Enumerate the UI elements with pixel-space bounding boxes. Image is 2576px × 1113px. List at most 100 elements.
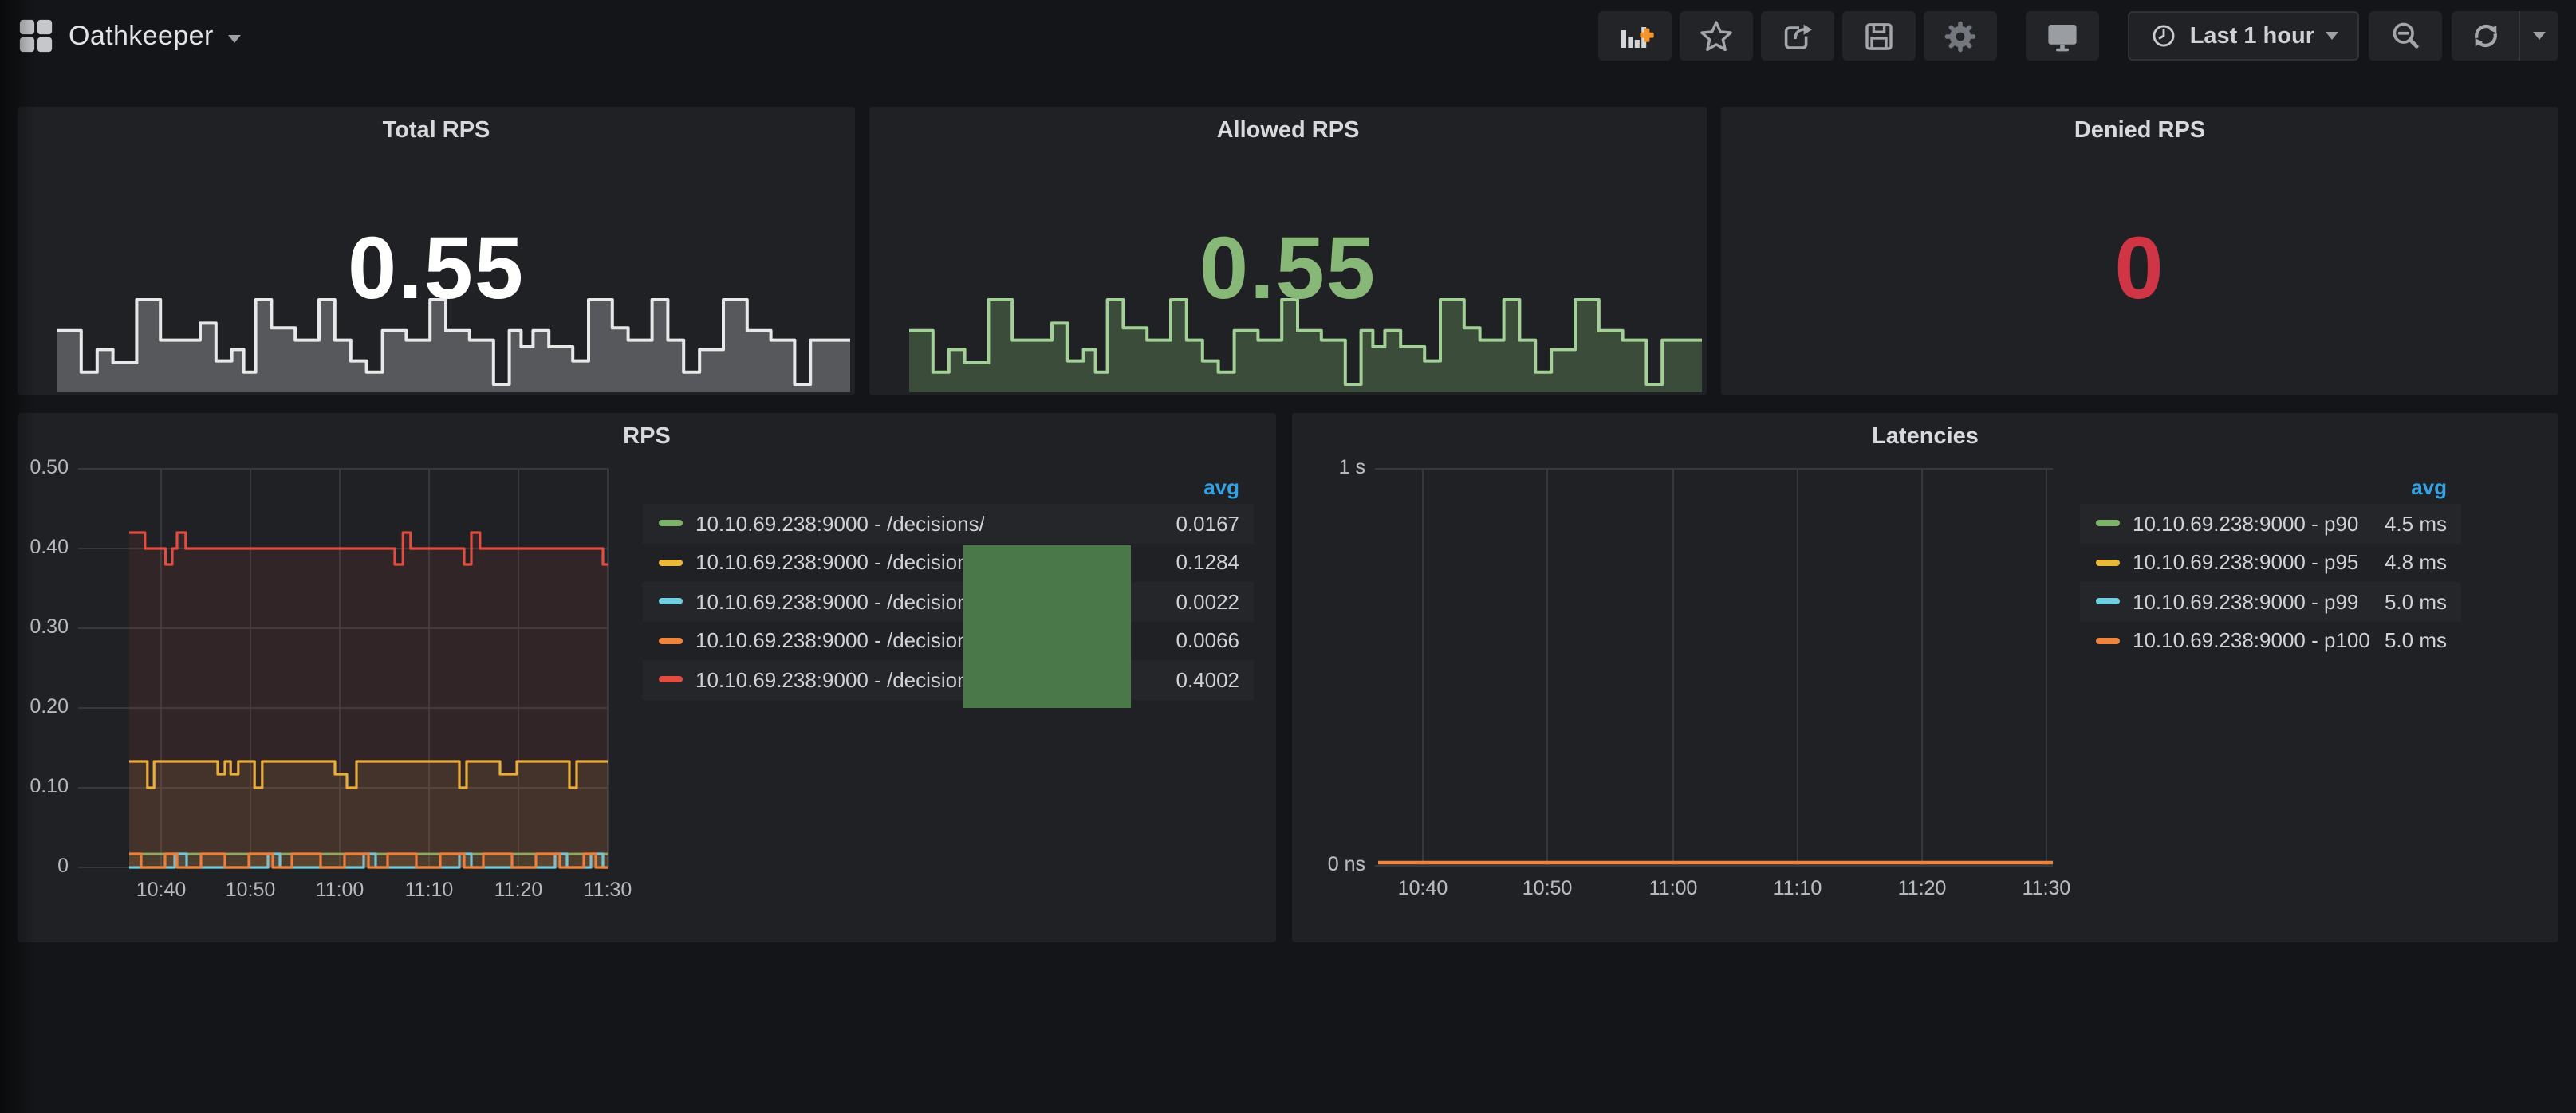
y-axis-tick: 0.20 [5,695,69,718]
series-color-swatch-icon[interactable] [2096,638,2120,644]
panel-total-rps: Total RPS 0.55 [18,107,855,395]
series-avg-value: 0.4002 [1163,668,1239,692]
gear-icon [1941,17,1979,55]
clock-icon [2149,21,2179,51]
legend-avg-header: avg [643,470,1254,504]
panel-title[interactable]: RPS [18,424,1276,450]
grafana-dashboard-logo-icon[interactable] [18,18,54,54]
y-axis-tick: 0.50 [5,456,69,478]
series-label[interactable]: 10.10.69.238:9000 - /decisions/ [695,512,985,536]
star-button[interactable] [1680,11,1753,61]
time-range-label: Last 1 hour [2190,23,2314,49]
y-axis-tick: 1 s [1295,456,1365,478]
refresh-button[interactable] [2452,11,2558,61]
rps-legend: avg10.10.69.238:9000 - /decisions/0.0167… [643,470,1254,699]
x-axis-tick: 11:20 [1882,877,1962,899]
panel-title[interactable]: Latencies [1292,424,2558,450]
series-label[interactable]: 10.10.69.238:9000 - /decisions/ [695,551,985,575]
monitor-icon [2043,17,2082,55]
cycle-view-button[interactable] [2026,11,2099,61]
series-color-swatch-icon[interactable] [659,599,683,605]
refresh-caret-icon [2533,32,2546,40]
x-axis-tick: 10:50 [211,879,290,901]
latencies-legend: avg10.10.69.238:9000 - p904.5 ms10.10.69… [2080,470,2461,660]
x-axis-tick: 11:20 [479,879,558,901]
x-axis-tick: 11:30 [568,879,648,901]
time-range-picker[interactable]: Last 1 hour [2128,11,2359,61]
series-label[interactable]: 10.10.69.238:9000 - p100 [2133,629,2370,653]
series-label[interactable]: 10.10.69.238:9000 - /decisions/ [695,590,985,614]
stat-value: 0.55 [869,222,1707,314]
series-avg-value: 0.0167 [1163,512,1239,536]
series-color-swatch-icon[interactable] [659,521,683,527]
series-color-swatch-icon[interactable] [2096,521,2120,527]
navbar: Oathkeeper [0,0,2576,72]
legend-row: 10.10.69.238:9000 - /decisions/0.0022 [643,582,1254,621]
save-button[interactable] [1842,11,1916,61]
legend-row: 10.10.69.238:9000 - p99 5.0 ms [2080,582,2461,621]
x-axis-tick: 11:10 [1758,877,1837,899]
series-color-swatch-icon[interactable] [659,677,683,683]
panel-denied-rps: Denied RPS 0 [1721,107,2558,395]
zoom-out-button[interactable] [2369,11,2442,61]
x-axis-tick: 10:40 [121,879,201,901]
series-label[interactable]: 10.10.69.238:9000 - p95 [2133,551,2358,575]
series-label[interactable]: 10.10.69.238:9000 - /decisions/ [695,629,985,653]
save-icon [1860,17,1898,55]
legend-overlay-artifact [963,545,1131,708]
y-axis-tick: 0 [5,855,69,877]
y-axis-tick: 0.40 [5,536,69,558]
add-panel-icon [1616,17,1654,55]
series-avg-value: 0.0066 [1163,629,1239,653]
legend-row: 10.10.69.238:9000 - p90 4.5 ms [2080,504,2461,543]
stat-value: 0.55 [18,222,855,314]
legend-row: 10.10.69.238:9000 - p95 4.8 ms [2080,543,2461,582]
stat-value: 0 [1721,222,2558,314]
refresh-interval-dropdown[interactable] [2519,11,2558,61]
series-color-swatch-icon[interactable] [659,638,683,644]
panel-allowed-rps: Allowed RPS 0.55 [869,107,1707,395]
panel-rps: RPS 0.500.400.300.200.10010:4010:5011:00… [18,413,1276,942]
legend-row: 10.10.69.238:9000 - /decisions/0.0167 [643,504,1254,543]
series-avg-value: 4.8 ms [2372,551,2447,575]
legend-avg-header: avg [2080,470,2461,504]
series-avg-value: 0.0022 [1163,590,1239,614]
series-color-swatch-icon[interactable] [2096,560,2120,566]
x-axis-tick: 11:00 [1633,877,1713,899]
share-button[interactable] [1761,11,1834,61]
panel-latencies: Latencies 1 s 0 ns 10:40 10:50 11:00 11:10 11:… [1292,413,2558,942]
x-axis-tick: 11:10 [389,879,469,901]
series-color-swatch-icon[interactable] [659,560,683,566]
time-range-caret-icon [2326,32,2338,40]
dashboard-title[interactable]: Oathkeeper [69,20,214,52]
series-label[interactable]: 10.10.69.238:9000 - p99 [2133,590,2358,614]
series-avg-value: 5.0 ms [2372,590,2447,614]
x-axis-tick: 11:30 [2007,877,2086,899]
settings-button[interactable] [1924,11,1997,61]
series-avg-value: 0.1284 [1163,551,1239,575]
legend-row: 10.10.69.238:9000 - /decisions/0.4002 [643,660,1254,699]
legend-row: 10.10.69.238:9000 - /decisions/0.0066 [643,621,1254,660]
legend-row: 10.10.69.238:9000 - p1005.0 ms [2080,621,2461,660]
x-axis-tick: 10:40 [1383,877,1463,899]
y-axis-tick: 0.30 [5,615,69,638]
panel-title[interactable]: Allowed RPS [869,118,1707,144]
panel-title[interactable]: Total RPS [18,118,855,144]
y-axis-tick: 0.10 [5,775,69,797]
x-axis-tick: 11:00 [300,879,380,901]
series-avg-value: 5.0 ms [2372,629,2447,653]
series-label[interactable]: 10.10.69.238:9000 - /decisions/ [695,668,985,692]
series-color-swatch-icon[interactable] [2096,599,2120,605]
add-panel-button[interactable] [1598,11,1672,61]
refresh-icon [2452,11,2519,61]
legend-row: 10.10.69.238:9000 - /decisions/0.1284 [643,543,1254,582]
y-axis-tick: 0 ns [1295,853,1365,875]
series-label[interactable]: 10.10.69.238:9000 - p90 [2133,512,2358,536]
x-axis-tick: 10:50 [1507,877,1587,899]
panel-title[interactable]: Denied RPS [1721,118,2558,144]
share-icon [1778,17,1817,55]
series-avg-value: 4.5 ms [2372,512,2447,536]
zoom-out-icon [2387,18,2424,54]
star-icon [1697,17,1735,55]
dashboard-dropdown-caret-icon[interactable] [228,34,241,42]
